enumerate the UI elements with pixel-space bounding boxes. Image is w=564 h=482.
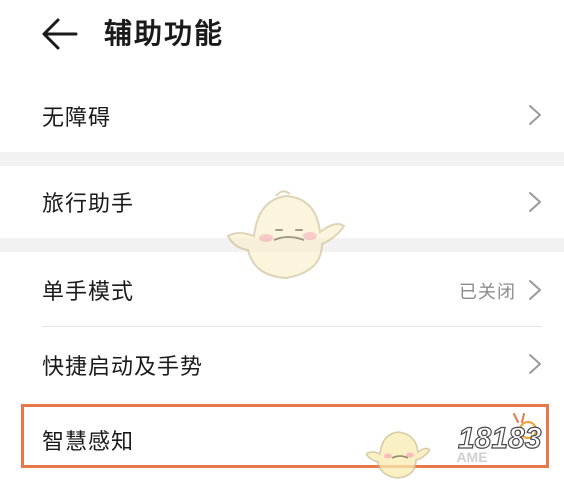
arrow-left-icon [42, 18, 78, 50]
group-separator [0, 152, 564, 166]
title-bar: 辅助功能 [0, 0, 564, 72]
logo-subtext: 3DMGAME [456, 449, 488, 464]
chevron-right-icon [529, 280, 541, 300]
settings-item-shortcuts-gestures[interactable]: 快捷启动及手势 [0, 327, 564, 403]
chevron-right-icon [529, 105, 541, 125]
settings-item-label: 旅行助手 [42, 192, 135, 217]
settings-item-label: 快捷启动及手势 [42, 355, 204, 380]
settings-item-accessibility[interactable]: 无障碍 [0, 80, 564, 152]
settings-item-label: 单手模式 [42, 280, 135, 305]
settings-item-status: 已关闭 [459, 282, 516, 303]
page-title: 辅助功能 [104, 17, 225, 50]
chevron-right-icon [529, 192, 541, 212]
settings-item-label: 智慧感知 [42, 430, 135, 455]
back-button[interactable] [40, 16, 80, 52]
logo-badge-icon: 18183 3DMGAME [416, 413, 542, 465]
mascot-watermark-icon [226, 190, 346, 280]
site-logo: 18183 3DMGAME [416, 412, 556, 465]
chevron-right-icon [529, 354, 541, 374]
mascot-watermark-icon [366, 431, 430, 479]
settings-item-label: 无障碍 [42, 106, 112, 131]
